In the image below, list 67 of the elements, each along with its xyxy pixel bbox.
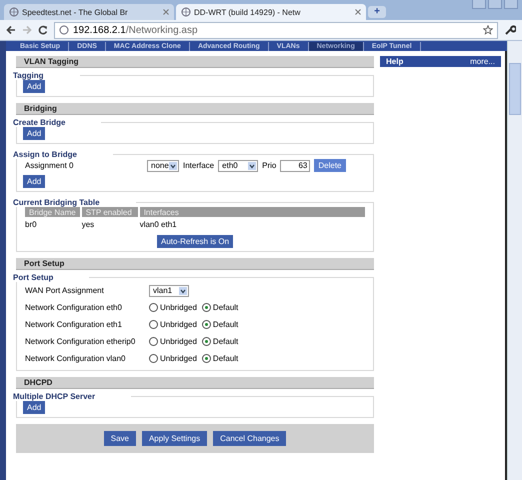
scroll-thumb[interactable] [509, 63, 521, 115]
dropdown-arrow-icon [248, 162, 256, 170]
radio-label: Unbridged [160, 337, 197, 346]
url-text: 192.168.2.1/Networking.asp [73, 24, 199, 36]
star-icon[interactable] [483, 25, 493, 35]
radio-button[interactable] [202, 337, 211, 346]
add-button[interactable]: Add [23, 175, 46, 188]
table-cell-text: br0 [25, 219, 38, 231]
prio-label: Prio [262, 161, 276, 170]
column-header: Bridge Name [25, 207, 80, 217]
setting-label: WAN Port Assignment [24, 286, 105, 295]
section-header: VLAN Tagging [16, 56, 374, 68]
form-button[interactable]: Save [104, 431, 136, 446]
radio-label: Unbridged [160, 320, 197, 329]
section-header: Port Setup [16, 258, 374, 270]
setting-label: Network Configuration vlan0 [24, 354, 126, 363]
column-header: Interfaces [140, 207, 365, 217]
radio-button[interactable] [149, 337, 158, 346]
form-button[interactable]: Cancel Changes [213, 431, 286, 446]
back-icon[interactable] [6, 25, 16, 35]
delete-button[interactable]: Delete [314, 159, 346, 172]
setting-label: Network Configuration eth1 [24, 320, 123, 329]
assignment-label: Assignment 0 [24, 161, 74, 170]
interface-select[interactable]: eth0 [218, 160, 258, 172]
browser-tab[interactable]: Speedtest.net - The Global Br [4, 4, 174, 20]
radio-label: Default [212, 337, 238, 346]
tab-title: DD-WRT (build 14929) - Netw [194, 8, 302, 16]
radio-label: Default [212, 354, 238, 363]
address-bar[interactable]: 192.168.2.1/Networking.asp [54, 22, 498, 38]
add-button[interactable]: Add [23, 401, 46, 414]
dropdown-arrow-icon [179, 286, 187, 294]
setting-label: Network Configuration eth0 [24, 303, 123, 312]
help-title: Help [386, 57, 404, 66]
interface-label: Interface [183, 161, 214, 170]
radio-label: Unbridged [160, 303, 197, 312]
radio-button[interactable] [202, 320, 211, 329]
more-link[interactable]: more... [470, 57, 495, 66]
scrollbar[interactable] [507, 41, 522, 480]
section-header: Bridging [16, 103, 374, 115]
add-button[interactable]: Add [23, 80, 46, 93]
bridge-select[interactable]: none [147, 160, 179, 172]
browser-tab[interactable]: DD-WRT (build 14929) - Netw [176, 4, 366, 20]
tab-title: Speedtest.net - The Global Br [22, 8, 129, 16]
radio-button[interactable] [202, 303, 211, 312]
prio-field[interactable]: 63 [280, 160, 310, 172]
table-cell-text: vlan0 eth1 [140, 219, 178, 231]
radio-button[interactable] [202, 354, 211, 363]
column-header: STP enabled [82, 207, 138, 217]
table-cell-text: yes [82, 219, 96, 231]
radio-label: Default [212, 303, 238, 312]
close-icon[interactable] [163, 9, 169, 15]
wrench-icon[interactable] [504, 24, 516, 36]
radio-button[interactable] [149, 303, 158, 312]
radio-label: Unbridged [160, 354, 197, 363]
new-tab-button[interactable]: + [368, 6, 386, 18]
radio-button[interactable] [149, 320, 158, 329]
dropdown-arrow-icon [169, 162, 177, 170]
close-icon[interactable] [355, 9, 361, 15]
auto-refresh-button[interactable]: Auto-Refresh is On [156, 235, 234, 248]
add-button[interactable]: Add [23, 127, 46, 140]
form-button[interactable]: Apply Settings [142, 431, 208, 446]
setting-label: Network Configuration etherip0 [24, 337, 136, 346]
wan-port-select[interactable]: vlan1 [149, 284, 189, 296]
radio-label: Default [212, 320, 238, 329]
radio-button[interactable] [149, 354, 158, 363]
reload-icon[interactable] [38, 25, 48, 35]
section-header: DHCPD [16, 377, 374, 389]
